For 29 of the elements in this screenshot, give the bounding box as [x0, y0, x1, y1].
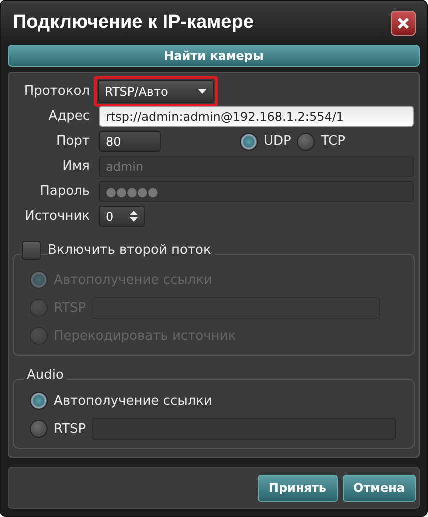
caret-icon	[198, 89, 207, 94]
field-label: Источник	[24, 209, 91, 224]
port-field[interactable]: 80	[99, 131, 161, 152]
close-button[interactable]	[391, 10, 416, 36]
spinner-field[interactable]: 0	[99, 206, 145, 227]
radio-button[interactable]	[297, 132, 316, 150]
radio-label: TCP	[321, 134, 346, 149]
checkbox[interactable]	[22, 241, 41, 260]
dialog-button[interactable]: Принять	[258, 474, 338, 502]
option-label: Автополучение ссылки	[54, 394, 212, 408]
radio-label: UDP	[264, 134, 292, 149]
radio-button[interactable]	[240, 132, 258, 150]
close-icon	[397, 16, 410, 30]
field-label: Пароль	[39, 184, 91, 199]
spinner-arrows-icon	[130, 211, 138, 222]
window-title: Подключение к IP-камере	[13, 12, 254, 34]
radio-button[interactable]	[30, 392, 48, 410]
field-label: Порт	[55, 134, 91, 149]
option-label: RTSP	[54, 422, 86, 436]
dialog-button[interactable]: Отмена	[342, 474, 416, 502]
group-title: Audio	[24, 368, 67, 383]
checkbox-label: Включить второй поток	[48, 243, 216, 258]
field-label: Адрес	[48, 109, 91, 124]
field-label: Протокол	[23, 84, 91, 99]
text-field[interactable]: rtsp://admin:admin@192.168.1.2:554/1	[99, 106, 414, 127]
protocol-dropdown[interactable]: RTSP/Авто	[98, 80, 214, 103]
find-cameras-button[interactable]: Найти камеры	[8, 45, 420, 67]
radio-button[interactable]	[30, 420, 48, 438]
field-label: Имя	[62, 159, 91, 174]
